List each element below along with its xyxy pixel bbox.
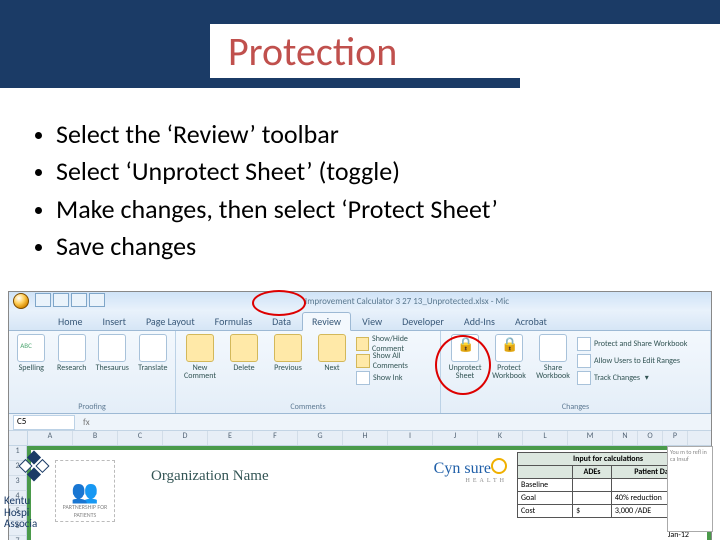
btn-new-comment[interactable]: New Comment: [180, 334, 220, 386]
sheet-body: 1 2 3 4 5 6 7 👥 PARTNERSHIP FOR PATIENTS…: [9, 446, 711, 540]
track-icon: [577, 371, 591, 385]
btn-translate[interactable]: Translate: [135, 334, 172, 372]
bullet-item: Select ‘Unprotect Sheet’ (toggle): [56, 155, 692, 188]
btn-research[interactable]: Research: [54, 334, 91, 372]
tab-data[interactable]: Data: [263, 313, 300, 330]
btn-show-hide-comment[interactable]: Show/Hide Comment: [356, 336, 436, 352]
tab-acrobat[interactable]: Acrobat: [506, 313, 556, 330]
tab-review[interactable]: Review: [302, 312, 351, 331]
excel-titlebar: Improvement Calculator 3 27 13_Unprotect…: [9, 292, 711, 310]
group-label-changes: Changes: [445, 402, 706, 412]
col-header[interactable]: F: [253, 431, 298, 445]
fx-icon[interactable]: fx: [83, 417, 90, 428]
lock-share-icon: [577, 337, 591, 351]
group-label-comments: Comments: [180, 402, 436, 412]
btn-show-all-comments[interactable]: Show All Comments: [356, 353, 436, 369]
tab-view[interactable]: View: [353, 313, 391, 330]
ink-icon: [356, 371, 370, 385]
header-stripe-under: [0, 78, 520, 88]
group-comments: New Comment Delete Previous Next Show/Hi…: [176, 331, 441, 413]
btn-delete-comment[interactable]: Delete: [224, 334, 264, 386]
tab-developer[interactable]: Developer: [393, 313, 453, 330]
tab-home[interactable]: Home: [49, 313, 91, 330]
column-headers: A B C D E F G H I J K L M N O P: [9, 431, 711, 446]
sheet-header-band: 👥 PARTNERSHIP FOR PATIENTS Organization …: [27, 446, 711, 540]
excel-window-title: Improvement Calculator 3 27 13_Unprotect…: [107, 296, 707, 307]
row-header[interactable]: 7: [9, 536, 27, 540]
spellcheck-icon: [17, 334, 45, 362]
ribbon-tabs: Home Insert Page Layout Formulas Data Re…: [9, 310, 711, 331]
tab-formulas[interactable]: Formulas: [206, 313, 261, 330]
col-header[interactable]: P: [663, 431, 688, 445]
share-icon: [539, 334, 567, 362]
group-proofing: Spelling Research Thesaurus Translate Pr…: [9, 331, 176, 413]
comment-icon: [356, 337, 369, 351]
col-header[interactable]: A: [28, 431, 73, 445]
bullet-item: Save changes: [56, 230, 692, 263]
ribbon: Spelling Research Thesaurus Translate Pr…: [9, 331, 711, 414]
col-header[interactable]: K: [478, 431, 523, 445]
col-header[interactable]: L: [523, 431, 568, 445]
prev-comment-icon: [274, 334, 302, 362]
col-header[interactable]: C: [118, 431, 163, 445]
col-header[interactable]: O: [638, 431, 663, 445]
group-label-proofing: Proofing: [13, 402, 171, 412]
comment-icon: [356, 354, 370, 368]
research-icon: [58, 334, 86, 362]
office-orb-icon[interactable]: [13, 293, 29, 309]
col-header[interactable]: I: [388, 431, 433, 445]
col-header[interactable]: J: [433, 431, 478, 445]
bullet-item: Select the ‘Review’ toolbar: [56, 118, 692, 151]
btn-spelling[interactable]: Spelling: [13, 334, 50, 372]
select-all-corner[interactable]: [9, 431, 28, 445]
col-header[interactable]: G: [298, 431, 343, 445]
people-icon: 👥: [71, 481, 98, 503]
btn-protect-workbook[interactable]: Protect Workbook: [489, 334, 529, 386]
name-box[interactable]: C5: [13, 415, 75, 430]
quick-access-toolbar[interactable]: [35, 293, 107, 310]
col-header[interactable]: H: [343, 431, 388, 445]
col-header[interactable]: M: [568, 431, 613, 445]
col-header[interactable]: E: [208, 431, 253, 445]
tab-addins[interactable]: Add-Ins: [455, 313, 504, 330]
side-note: You m to refl in ca Insuf: [667, 446, 713, 532]
kha-logo: Kentu Hospi Associa: [4, 467, 74, 530]
btn-thesaurus[interactable]: Thesaurus: [94, 334, 131, 372]
sheet-content[interactable]: 👥 PARTNERSHIP FOR PATIENTS Organization …: [27, 446, 711, 540]
btn-next-comment[interactable]: Next: [312, 334, 352, 386]
btn-show-ink[interactable]: Show Ink: [356, 370, 436, 386]
delete-comment-icon: [230, 334, 258, 362]
logo-o-icon: [491, 458, 507, 474]
cynosure-logo: Cyn sureHEALTH: [434, 458, 507, 484]
excel-screenshot: Improvement Calculator 3 27 13_Unprotect…: [8, 291, 712, 540]
group-changes: Unprotect Sheet Protect Workbook Share W…: [441, 331, 711, 413]
bullet-list: Select the ‘Review’ toolbar Select ‘Unpr…: [0, 104, 720, 275]
header-stripe-left: [0, 24, 210, 78]
btn-prev-comment[interactable]: Previous: [268, 334, 308, 386]
users-icon: [577, 354, 591, 368]
btn-allow-edit-ranges[interactable]: Allow Users to Edit Ranges: [577, 353, 687, 369]
lock-icon: [495, 334, 523, 362]
btn-unprotect-sheet[interactable]: Unprotect Sheet: [445, 334, 485, 386]
btn-track-changes[interactable]: Track Changes ▾: [577, 370, 687, 386]
thesaurus-icon: [98, 334, 126, 362]
col-header[interactable]: B: [73, 431, 118, 445]
col-header[interactable]: N: [613, 431, 638, 445]
tab-page-layout[interactable]: Page Layout: [137, 313, 204, 330]
btn-protect-share[interactable]: Protect and Share Workbook: [577, 336, 687, 352]
translate-icon: [139, 334, 167, 362]
btn-share-workbook[interactable]: Share Workbook: [533, 334, 573, 386]
title-row: Protection: [0, 24, 720, 78]
tab-insert[interactable]: Insert: [93, 313, 135, 330]
lock-icon: [451, 334, 479, 362]
comment-icon: [186, 334, 214, 362]
next-comment-icon: [318, 334, 346, 362]
org-name-label: Organization Name: [151, 468, 269, 485]
formula-bar: C5 fx: [9, 414, 711, 431]
slide-title: Protection: [210, 27, 397, 76]
bullet-item: Make changes, then select ‘Protect Sheet…: [56, 193, 692, 226]
header-stripe-top: [0, 0, 720, 24]
col-header[interactable]: D: [163, 431, 208, 445]
